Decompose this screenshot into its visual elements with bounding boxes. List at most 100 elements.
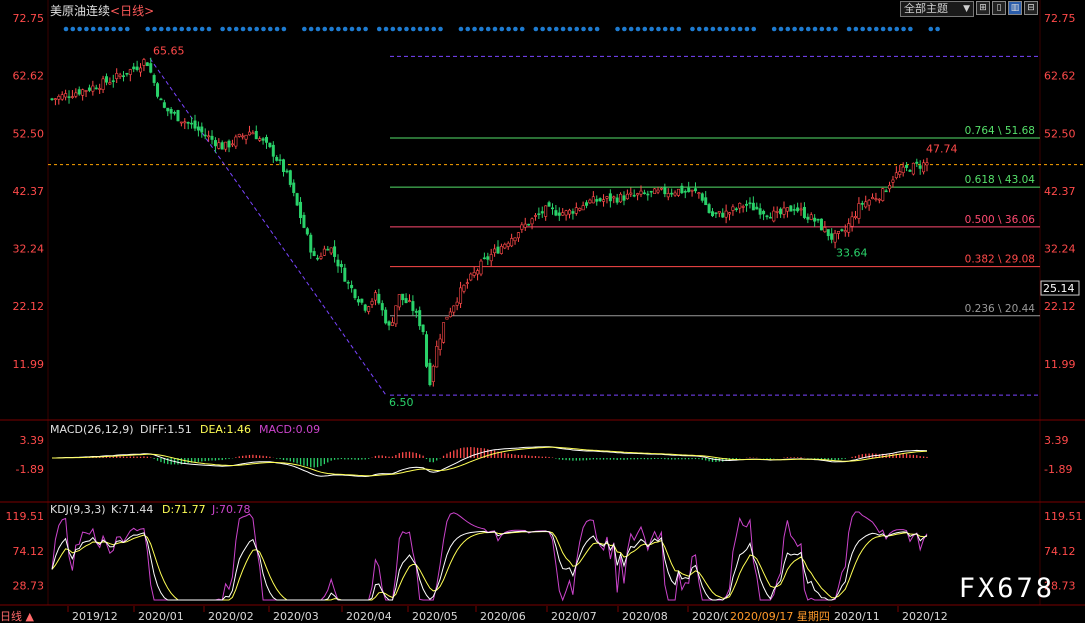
candle-body [77, 89, 81, 95]
trading-chart-window: 0.764 \ 51.68 0.618 \ 43.04 0.500 \ 36.06 0… [0, 0, 1085, 623]
time-label: 2020/02 [208, 610, 254, 623]
candle-body [537, 213, 541, 216]
candle-body [469, 273, 473, 281]
candle-body [156, 83, 160, 97]
candle-body [874, 198, 878, 200]
candle-body [91, 85, 95, 92]
candle-body [414, 310, 418, 313]
candle-body [370, 300, 374, 305]
macd-panel: MACD(26,12,9) DIFF:1.51 DEA:1.46 MACD:0.09 3… [16, 423, 1072, 478]
candle-body [714, 212, 718, 215]
candle-body [387, 321, 391, 326]
candle-body [598, 198, 602, 202]
candle-body [493, 248, 497, 254]
candle-body [448, 311, 452, 318]
candle-body [435, 346, 439, 368]
chart-icon[interactable]: ▥ [1008, 1, 1022, 15]
instrument-title: 美原油连续<日线> [50, 2, 154, 19]
time-label: 2020/05 [412, 610, 458, 623]
period-label[interactable]: <日线> [110, 4, 154, 18]
fib-label-0.236: 0.236 \ 20.44 [965, 303, 1036, 315]
price-tick-left: 32.24 [13, 243, 45, 256]
kdj-axis-right: 119.51 [1044, 510, 1083, 523]
candles [50, 57, 929, 387]
event-dot [799, 26, 804, 32]
grid-icon[interactable]: ⊞ [976, 1, 990, 15]
candle-body [128, 69, 132, 75]
event-dot [553, 26, 559, 32]
candle-body [605, 196, 609, 199]
candle-body [350, 284, 354, 289]
candle-body [193, 120, 197, 129]
candle-body [922, 162, 926, 173]
event-dot [404, 26, 409, 32]
candle-body [288, 170, 292, 185]
candle-body [411, 301, 415, 311]
event-dot [594, 26, 600, 32]
candle-body [271, 144, 275, 157]
candle-body [445, 316, 449, 320]
candle-body [854, 216, 858, 218]
kdj-j-label: J:70.78 [211, 503, 250, 516]
candle-body [326, 248, 330, 251]
candle-body [486, 256, 490, 260]
candle-body [768, 216, 772, 219]
candle-body [220, 142, 224, 150]
candle-body [115, 73, 119, 79]
candle-body [649, 190, 653, 193]
event-dot [676, 26, 682, 32]
event-dot [70, 26, 76, 32]
candle-body [574, 207, 578, 214]
price-tick-left: 42.37 [13, 185, 45, 198]
event-dot [588, 26, 593, 32]
candle-body [305, 228, 309, 235]
event-dot [172, 26, 178, 32]
candle-body [200, 126, 204, 133]
event-dot [165, 26, 171, 32]
candle-body [806, 216, 810, 220]
candle-body [111, 80, 115, 82]
candle-body [145, 62, 149, 67]
kdj-panel: KDJ(9,3,3) K:71.44 D:71.77 J:70.78 119.51 119… [6, 503, 1083, 602]
candle-body [482, 257, 486, 260]
candle-body [489, 254, 493, 262]
high-annotation: 65.65 [153, 44, 185, 57]
candle-body [915, 161, 919, 164]
candle-body [353, 289, 357, 299]
price-tick-right: 22.12 [1044, 300, 1076, 313]
candle-body [779, 208, 783, 215]
event-dot [247, 26, 253, 32]
candle-body [533, 215, 537, 217]
event-dot [363, 26, 368, 32]
candle-body [268, 142, 272, 148]
candle-body [390, 322, 394, 326]
candle-body [772, 210, 776, 222]
trend-line [149, 58, 387, 396]
candle-body [503, 243, 507, 249]
layout-icon[interactable]: ▯ [992, 1, 1006, 15]
candle-body [819, 218, 823, 231]
event-dot [853, 26, 859, 32]
settings-icon[interactable]: ⊟ [1024, 1, 1038, 15]
candle-body [676, 188, 680, 196]
candle-body [418, 310, 422, 327]
candle-body [891, 179, 895, 183]
candlestick-chart[interactable]: 0.764 \ 51.68 0.618 \ 43.04 0.500 \ 36.06 0… [0, 0, 1085, 623]
event-dot [642, 26, 648, 32]
event-dot [111, 26, 116, 32]
candle-body [564, 210, 568, 216]
candle-body [169, 109, 173, 114]
macd-dif-line [52, 446, 928, 478]
theme-select[interactable]: 全部主题 ▼ [900, 1, 974, 17]
candle-body [782, 207, 786, 215]
candle-body [227, 140, 231, 148]
macd-axis-top: 3.39 [20, 434, 45, 447]
kdj-k-label: K:71.44 [111, 503, 153, 516]
candle-body [278, 159, 282, 161]
candle-body [762, 210, 766, 215]
candle-body [237, 134, 241, 137]
kdj-axis-left: 119.51 [6, 510, 45, 523]
candle-body [585, 202, 589, 206]
price-tick-left: 62.62 [13, 70, 45, 83]
event-dot [622, 26, 627, 32]
